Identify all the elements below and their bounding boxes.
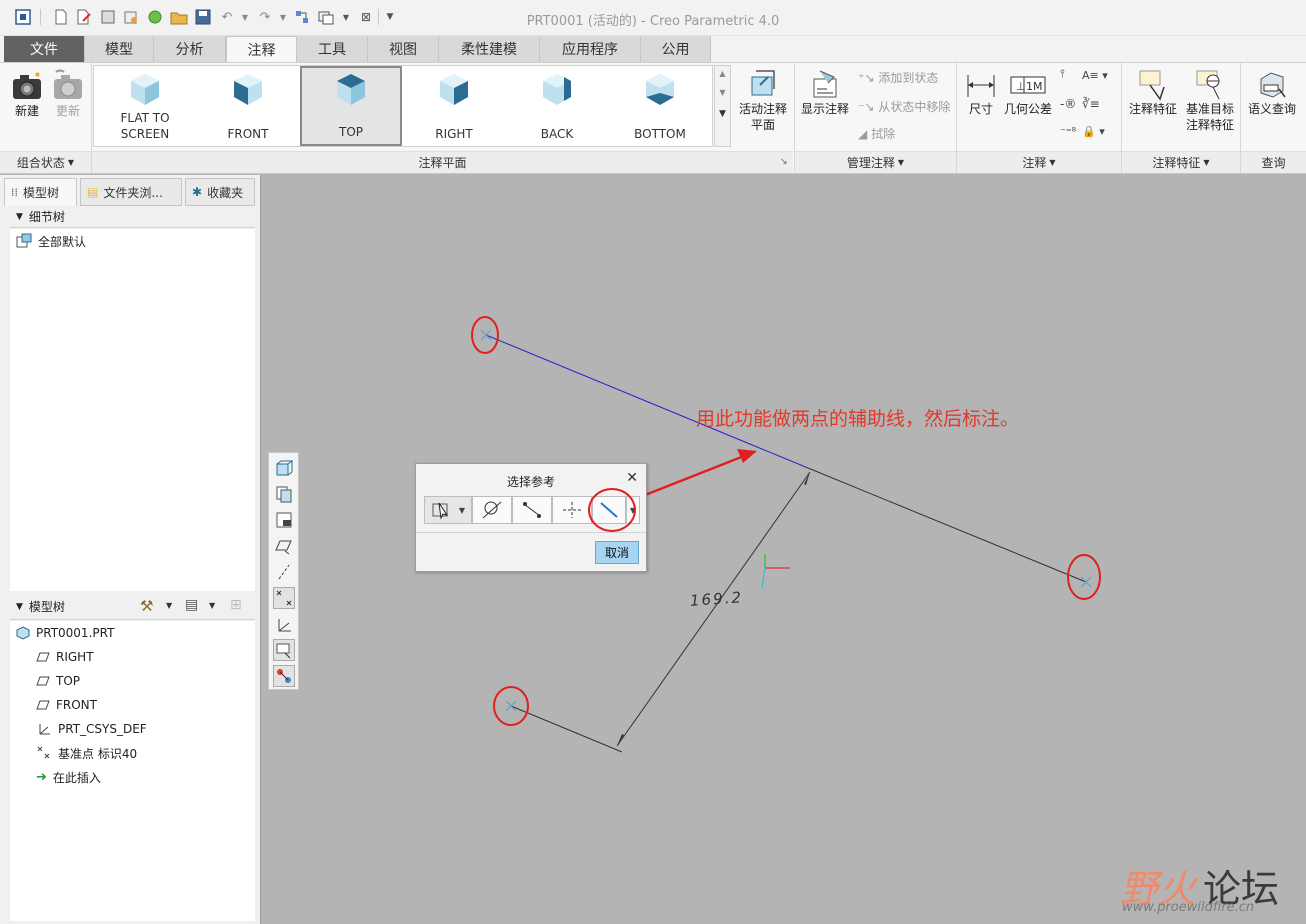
duplicate-view-icon[interactable] (273, 483, 295, 505)
annotation-snapshot-icon[interactable] (273, 509, 295, 531)
intersection-tool[interactable] (552, 496, 592, 524)
dialog-divider (416, 532, 646, 533)
model-view-icon[interactable] (273, 457, 295, 479)
close-icon[interactable]: ✕ (626, 470, 638, 486)
auxiliary-line-extension[interactable] (807, 467, 1087, 583)
tangent-reference-tool[interactable] (472, 496, 512, 524)
line-between-points-icon (523, 502, 541, 518)
point-to-point-tool[interactable] (512, 496, 552, 524)
callout-arrow (639, 454, 745, 499)
plane-icon[interactable] (273, 535, 295, 557)
datum-point-marker[interactable] (480, 329, 492, 341)
select-reference-dialog: 选择参考 ✕ ▼ ▼ 取消 (415, 463, 647, 572)
graphics-mini-toolbar (268, 452, 299, 690)
highlight-circle (471, 316, 499, 354)
datum-point-marker[interactable] (505, 700, 517, 712)
dimension-arrow (617, 734, 624, 746)
watermark-url: www.proewildfire.cn (1122, 900, 1255, 915)
point-display-icon[interactable] (273, 587, 295, 609)
select-reference-tool[interactable]: ▼ (424, 496, 472, 524)
chevron-down-icon[interactable]: ▼ (459, 506, 465, 515)
auxiliary-line[interactable] (485, 334, 809, 469)
spin-center-icon[interactable] (273, 665, 295, 687)
csys-display-icon[interactable] (273, 613, 295, 635)
datum-point-marker[interactable] (1080, 576, 1092, 588)
intersection-icon (563, 502, 581, 518)
cancel-button[interactable]: 取消 (595, 541, 639, 564)
graphics-overlay (471, 316, 1101, 753)
select-cursor-icon (432, 502, 449, 520)
annotation-callout-text: 用此功能做两点的辅助线，然后标注。 (696, 408, 1020, 430)
highlight-circle (588, 488, 636, 532)
dimension-value[interactable]: 169.2 (689, 588, 743, 610)
tangent-icon (482, 501, 502, 519)
callout-arrowhead (737, 449, 757, 463)
coordinate-triad-icon (761, 554, 790, 589)
axis-icon[interactable] (273, 561, 295, 583)
annotation-display-icon[interactable] (273, 639, 295, 661)
